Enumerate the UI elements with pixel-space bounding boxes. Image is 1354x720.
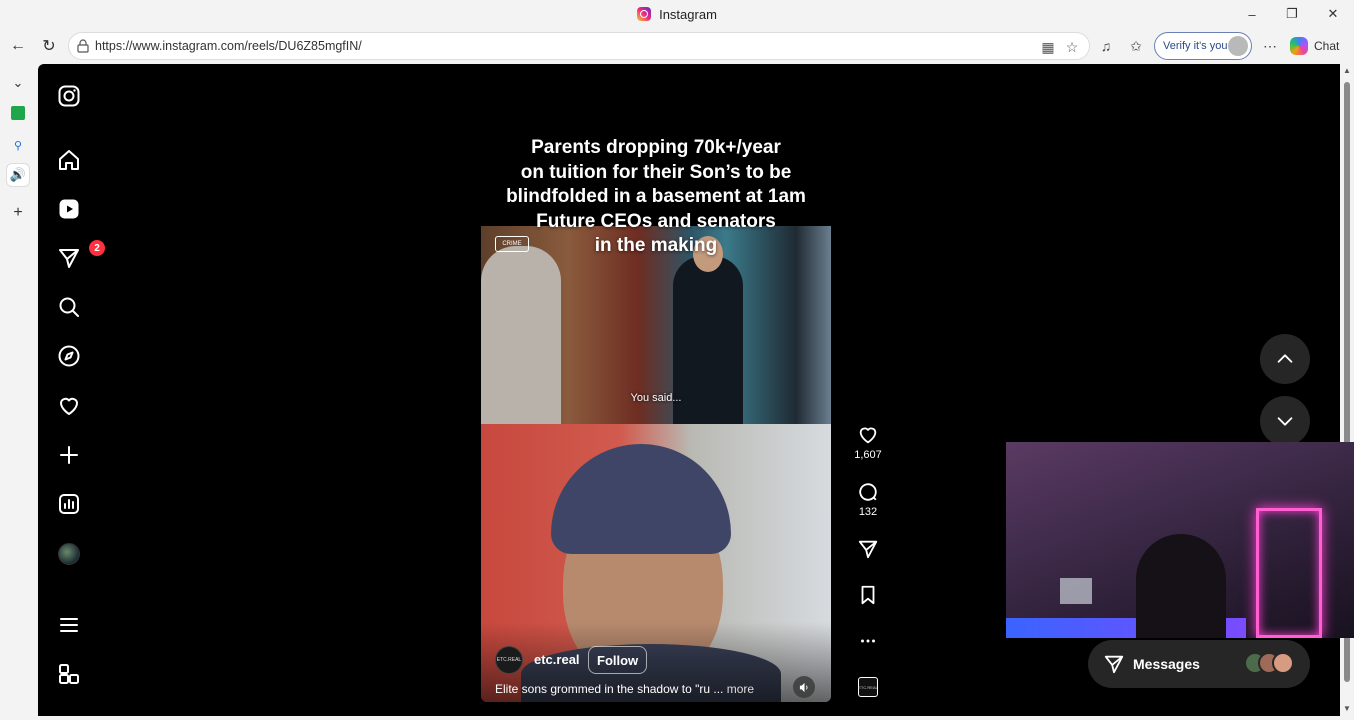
clip-subtitle: You said...	[630, 392, 682, 404]
comment-icon	[859, 483, 877, 501]
chevron-up-icon	[1277, 354, 1293, 363]
instagram-favicon-icon	[637, 7, 652, 21]
caption-line: Future CEOs and senators	[536, 210, 776, 232]
previous-reel-button[interactable]	[1260, 334, 1310, 384]
lock-icon	[77, 39, 89, 53]
favorites-icon[interactable]: ✩	[1126, 36, 1146, 56]
comment-count: 132	[858, 506, 878, 518]
message-avatars	[1244, 652, 1294, 674]
reel-video[interactable]: CRIME You said... Parents dropping 70k+/…	[481, 78, 831, 702]
next-reel-button[interactable]	[1260, 396, 1310, 446]
copilot-icon	[1290, 37, 1308, 55]
home-icon[interactable]	[57, 148, 81, 172]
kaspersky-extension-icon[interactable]	[7, 102, 29, 124]
direct-message-icon	[1104, 655, 1124, 674]
create-plus-icon[interactable]	[57, 443, 81, 467]
caption-line: blindfolded in a basement at 1am	[506, 186, 806, 207]
refresh-button[interactable]: ↻	[39, 36, 59, 56]
edge-sidebar: ⌄ ⚲ 🔊 +	[0, 64, 38, 720]
original-audio-thumbnail[interactable]: ETC.REAL	[858, 677, 878, 697]
caption-line: on tuition for their Son’s to be	[520, 161, 792, 183]
reel-overlay-caption: Parents dropping 70k+/year on tuition fo…	[481, 136, 831, 259]
verify-profile-button[interactable]: Verify it's you	[1154, 32, 1252, 60]
save-button[interactable]	[848, 584, 888, 606]
window-title-bar: Instagram	[0, 0, 1354, 28]
caption-line: Parents dropping 70k+/year	[531, 137, 781, 158]
audio-speaker-icon[interactable]: 🔊	[7, 164, 29, 186]
copilot-chat-button[interactable]: Chat	[1290, 34, 1339, 58]
scroll-up-arrow-icon[interactable]: ▲	[1342, 66, 1352, 75]
heart-notifications-icon[interactable]	[57, 394, 81, 418]
verify-label: Verify it's you	[1163, 40, 1228, 52]
heart-icon	[859, 427, 877, 444]
bookmark-icon	[861, 585, 875, 605]
app-available-icon[interactable]: ▦	[1039, 38, 1057, 56]
scroll-down-arrow-icon[interactable]: ▼	[1342, 704, 1352, 713]
notification-badge: 2	[89, 240, 105, 256]
profile-avatar-icon	[1228, 36, 1248, 56]
chevron-down-icon	[1277, 417, 1293, 426]
search-icon[interactable]	[57, 295, 81, 319]
direct-messages-icon[interactable]: 2	[57, 240, 105, 270]
more-link[interactable]: more	[727, 682, 754, 696]
address-bar[interactable]: https://www.instagram.com/reels/DU6Z85mg…	[68, 32, 1090, 60]
share-icon	[858, 540, 878, 559]
search-sidebar-icon[interactable]: ⚲	[7, 134, 29, 156]
back-button[interactable]: ←	[8, 36, 28, 56]
url-text: https://www.instagram.com/reels/DU6Z85mg…	[95, 39, 362, 53]
share-button[interactable]	[848, 538, 888, 560]
browser-toolbar: ← ↻ https://www.instagram.com/reels/DU6Z…	[0, 28, 1354, 64]
speaker-icon	[799, 682, 807, 692]
webcam-overlay	[1006, 442, 1354, 638]
chat-label: Chat	[1314, 39, 1340, 53]
like-button[interactable]: 1,607	[848, 424, 888, 461]
window-title: Instagram	[637, 7, 717, 22]
follow-button[interactable]: Follow	[588, 646, 648, 674]
profile-avatar[interactable]	[57, 542, 81, 566]
hamburger-menu-icon[interactable]	[57, 613, 81, 637]
media-control-icon[interactable]: ♫	[1096, 36, 1116, 56]
author-username[interactable]: etc.real	[534, 652, 580, 667]
ellipsis-icon	[861, 639, 875, 643]
instagram-logo-icon[interactable]	[57, 84, 81, 108]
reels-icon[interactable]	[57, 197, 81, 221]
add-sidebar-icon[interactable]: +	[7, 202, 29, 224]
more-options-button[interactable]	[848, 630, 888, 652]
author-avatar[interactable]: ETC.REAL	[495, 646, 523, 674]
close-button[interactable]: ✕	[1313, 0, 1353, 28]
messages-label: Messages	[1133, 656, 1200, 672]
more-menu-icon[interactable]: ⋯	[1260, 36, 1280, 56]
explore-compass-icon[interactable]	[57, 344, 81, 368]
also-from-meta-icon[interactable]	[57, 662, 81, 686]
dashboard-chart-icon[interactable]	[57, 492, 81, 516]
reel-footer: ETC.REAL etc.real Follow Elite sons grom…	[481, 622, 831, 702]
mute-toggle-button[interactable]	[793, 676, 815, 698]
messages-button[interactable]: Messages	[1088, 640, 1310, 688]
description-text: Elite sons grommed in the shadow to "ru …	[495, 682, 724, 696]
minimize-button[interactable]: –	[1232, 0, 1272, 28]
caption-line: in the making	[594, 235, 718, 256]
restore-button[interactable]: ❐	[1272, 0, 1312, 28]
favorite-star-icon[interactable]: ☆	[1063, 38, 1081, 56]
instagram-nav: 2	[38, 64, 105, 716]
window-title-text: Instagram	[659, 6, 717, 22]
comment-button[interactable]: 132	[848, 481, 888, 518]
reel-description: Elite sons grommed in the shadow to "ru …	[495, 682, 754, 696]
avatar	[1272, 652, 1294, 674]
chevron-down-icon[interactable]: ⌄	[7, 72, 29, 94]
like-count: 1,607	[854, 449, 882, 461]
